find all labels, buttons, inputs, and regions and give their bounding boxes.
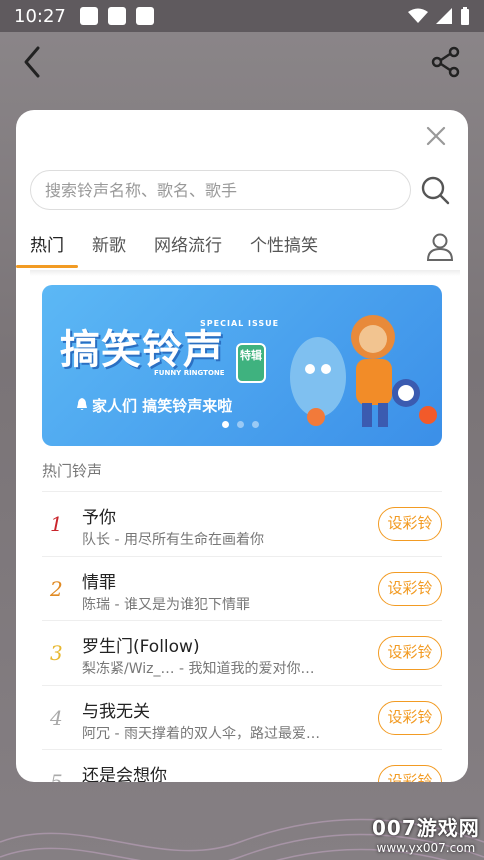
song-name: 还是会想你 [82,766,167,782]
tab-new-songs[interactable]: 新歌 [92,228,126,272]
ringtone-list: 1 予你 队长 - 用尽所有生命在画着你 设彩铃 2 情罪 陈瑞 - 谁又是为谁… [42,491,442,782]
status-icons [408,7,470,25]
signal-icon [436,8,452,24]
search-row [30,170,454,210]
tab-network-popular[interactable]: 网络流行 [154,228,222,272]
song-name: 情罪 [82,572,116,593]
banner-subtitle: 家人们 搞笑铃声来啦 [92,397,233,415]
share-icon[interactable] [430,46,462,78]
ringtone-modal: 热门 新歌 网络流行 个性搞笑 SPECIAL ISSUE 搞笑铃声 特辑 FU… [16,110,468,782]
banner-dot[interactable] [252,421,259,428]
song-desc: 陈瑞 - 谁又是为谁犯下情罪 [82,596,250,613]
list-item[interactable]: 1 予你 队长 - 用尽所有生命在画着你 设彩铃 [42,491,442,556]
rank-number: 2 [50,576,63,601]
set-ringback-button[interactable]: 设彩铃 [378,636,442,670]
user-icon[interactable] [426,232,454,262]
tabs-divider [30,270,460,276]
set-ringback-button[interactable]: 设彩铃 [378,571,442,606]
rank-number: 1 [50,512,63,536]
list-item[interactable]: 4 与我无关 阿冗 - 雨天撑着的双人伞，路过最爱… 设彩铃 [42,684,442,750]
song-name: 予你 [82,508,116,528]
section-title: 热门铃声 [42,462,103,480]
banner-pagination [222,421,259,428]
set-ringback-button[interactable]: 设彩铃 [378,507,442,541]
set-ringback-button[interactable]: 设彩铃 [378,765,442,782]
watermark-url: www.yx007.com [376,841,476,855]
banner-dot-active[interactable] [222,421,229,428]
list-item[interactable]: 2 情罪 陈瑞 - 谁又是为谁犯下情罪 设彩铃 [42,555,442,621]
watermark: 007游戏网 www.yx007.com [372,812,480,855]
wifi-icon [408,8,428,23]
banner-tag: 特辑 [236,343,266,383]
banner-title: 搞笑铃声 [60,327,224,373]
song-name: 罗生门(Follow) [82,637,200,657]
notification-icon-b [135,7,154,25]
song-desc: 队长 - 用尽所有生命在画着你 [82,532,264,548]
battery-icon [461,7,469,25]
set-ringback-button[interactable]: 设彩铃 [378,700,442,735]
status-bar: 10:27 [0,0,484,32]
rank-number: 4 [50,705,63,730]
close-icon[interactable] [422,122,450,150]
rank-number: 3 [50,641,63,665]
watermark-title: 007游戏网 [372,816,480,840]
banner-funny-text: FUNNY RINGTONE [154,369,225,377]
category-tabs: 热门 新歌 网络流行 个性搞笑 [16,228,454,272]
list-item[interactable]: 3 罗生门(Follow) 梨冻紧/Wiz_… - 我知道我的爱对你… 设彩铃 [42,620,442,685]
promo-banner[interactable]: SPECIAL ISSUE 搞笑铃声 特辑 FUNNY RINGTONE 家人们… [42,285,442,446]
back-arrow-icon[interactable] [18,44,48,80]
notification-icon-a [107,7,126,25]
banner-illustration [290,315,437,427]
notification-icon [79,7,98,25]
song-desc: 阿冗 - 雨天撑着的双人伞，路过最爱… [82,725,320,742]
tab-funny[interactable]: 个性搞笑 [250,228,318,272]
song-desc: 梨冻紧/Wiz_… - 我知道我的爱对你… [82,661,315,677]
status-time: 10:27 [14,5,66,27]
rank-number: 5 [50,770,63,782]
banner-dot[interactable] [237,421,244,428]
tab-hot[interactable]: 热门 [16,228,78,272]
song-name: 与我无关 [82,701,150,722]
list-item[interactable]: 5 还是会想你 设彩铃 [42,749,442,782]
search-icon[interactable] [420,175,450,205]
search-input[interactable] [30,170,411,210]
